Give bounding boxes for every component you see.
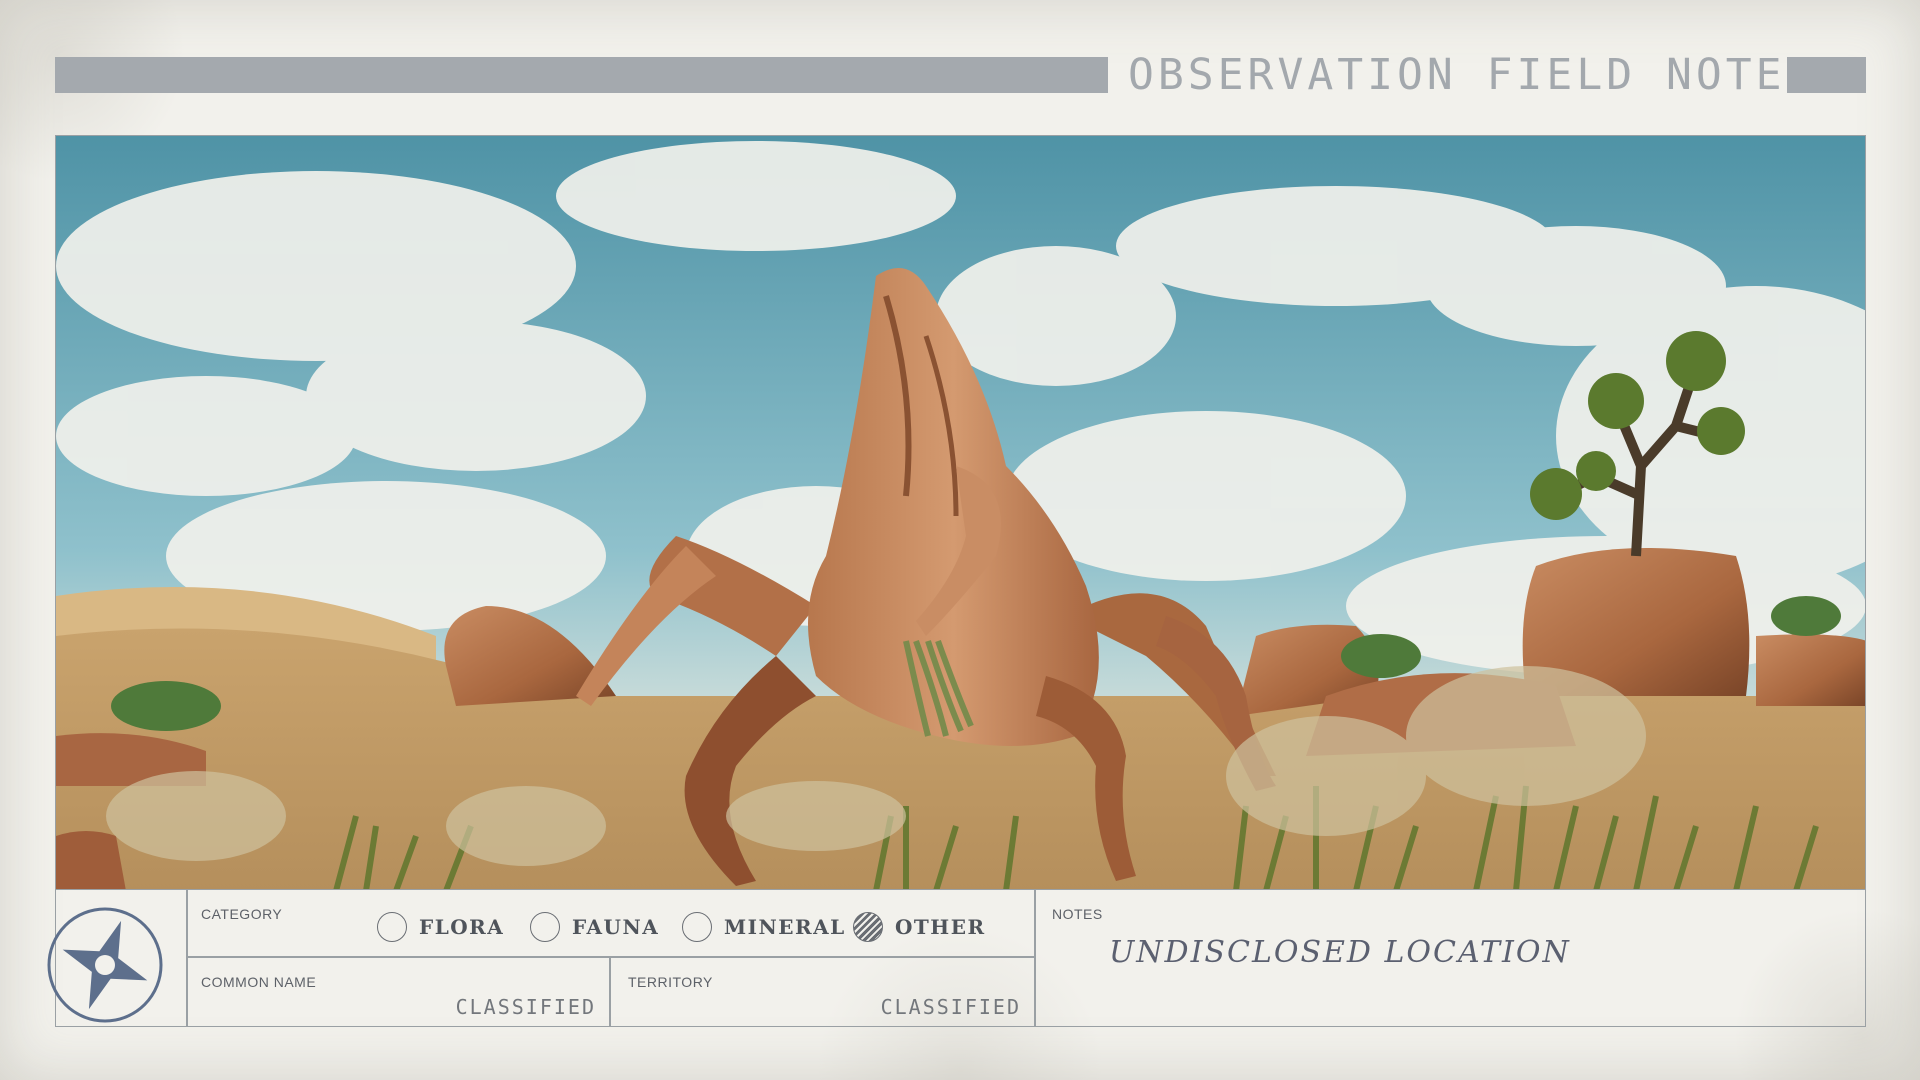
notes-handwriting: UNDISCLOSED LOCATION [1109,935,1571,970]
photo-scene [56,136,1865,889]
divider-emblem [186,890,188,1027]
observation-photo [55,135,1866,890]
constellation-emblem-icon [47,907,163,1023]
fauna-radio[interactable] [530,912,560,942]
fauna-label: FAUNA [572,915,660,939]
notes-label: NOTES [1052,906,1103,922]
field-notes-card: OBSERVATION FIELD NOTES CATEGORY FLORA F… [0,0,1920,1080]
territory-value: CLASSIFIED [880,995,1021,1019]
header-bar-right [1787,57,1866,93]
divider-notes [1034,890,1036,1027]
other-radio[interactable] [853,912,883,942]
common-name-value: CLASSIFIED [455,995,596,1019]
page-title: OBSERVATION FIELD NOTES [1128,50,1816,100]
mineral-radio[interactable] [682,912,712,942]
common-name-label: COMMON NAME [201,974,317,990]
flora-label: FLORA [419,915,505,939]
info-panel: CATEGORY FLORA FAUNA MINERAL OTHER COMMO… [47,890,1866,1027]
mineral-label: MINERAL [724,915,846,939]
category-option-fauna[interactable]: FAUNA [530,911,659,943]
category-option-mineral[interactable]: MINERAL [682,911,846,943]
divider-territory [609,956,611,1027]
category-option-other[interactable]: OTHER [853,911,986,943]
territory-label: TERRITORY [628,974,713,990]
other-label: OTHER [895,915,986,939]
category-option-flora[interactable]: FLORA [377,911,504,943]
flora-radio[interactable] [377,912,407,942]
category-label: CATEGORY [201,906,283,922]
header-bar-left [55,57,1108,93]
